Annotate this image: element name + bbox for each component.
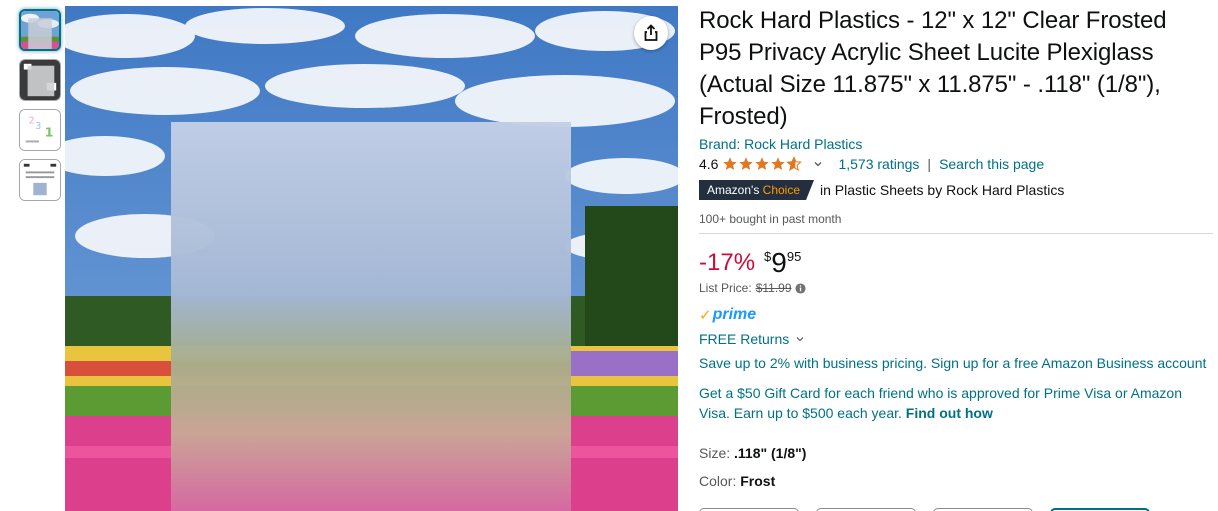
price-currency: $ [764,249,772,264]
free-returns-label: FREE Returns [699,331,790,347]
color-value: Frost [740,473,776,489]
product-photo [65,6,678,511]
ratings-count-link[interactable]: 1,573 ratings [838,156,919,172]
share-button[interactable] [634,16,668,50]
svg-text:1: 1 [45,126,54,140]
star-full-icon [723,157,738,170]
main-product-image[interactable] [65,6,678,511]
prime-label: prime [712,306,757,323]
chevron-down-icon [796,337,804,342]
badge-highlight: Choice [762,183,801,197]
star-full-icon [755,157,770,170]
brand-link[interactable]: Brand: Rock Hard Plastics [699,134,862,154]
list-price-label: List Price: [699,281,752,295]
thumbnail-2[interactable] [19,59,61,101]
svg-text:2: 2 [29,115,35,126]
thumbnail-1[interactable] [19,9,61,51]
thumb-spec-sheet-image [20,160,60,200]
thumb-size-numbers-image: 2 3 1 [20,110,60,150]
price-row: -17% $ 9 95 [699,248,1213,278]
rating-row: 4.6 1,573 ratings | Search this page [699,154,1213,174]
gift-card-offer: Get a $50 Gift Card for each friend who … [699,383,1213,423]
divider [699,233,1213,234]
list-price-value: $11.99 [755,281,792,295]
thumb-sky-field-image [21,11,59,49]
info-icon[interactable] [794,282,806,294]
bought-count: 100+ bought in past month [699,212,842,226]
color-label: Color: [699,473,737,489]
rating-separator: | [927,156,932,172]
color-selection: Color: Frost [699,471,1213,491]
star-rating[interactable] [722,156,803,172]
size-selection: Size: .118" (1/8") [699,443,1213,463]
prime-check-icon: ✓ [699,307,712,324]
price-whole: 9 [771,247,787,278]
size-label: Size: [699,445,731,461]
free-returns-link[interactable]: FREE Returns [699,329,1213,349]
thumbnail-strip: 2 3 1 [19,9,61,209]
thumbnail-4[interactable] [19,159,61,201]
rating-value: 4.6 [699,156,719,172]
prime-logo: ✓ prime [699,306,1213,324]
size-value: .118" (1/8") [734,445,807,461]
find-out-how-link[interactable]: Find out how [906,405,993,421]
product-title: Rock Hard Plastics - 12" x 12" Clear Fro… [699,7,1167,130]
chevron-down-icon[interactable] [812,158,824,170]
amazons-choice-row: Amazon's Choice in Plastic Sheets by Roc… [699,180,1213,200]
star-half-icon [786,156,803,171]
price-fraction: 95 [786,249,802,264]
thumb-frosted-sheet-image [20,60,60,100]
share-icon [644,24,658,41]
amazons-choice-badge[interactable]: Amazon's Choice [699,180,814,200]
search-page-link[interactable]: Search this page [939,156,1044,172]
product-info: Rock Hard Plastics - 12" x 12" Clear Fro… [699,0,1213,511]
list-price: List Price: $11.99 [699,281,1213,295]
star-full-icon [771,157,786,170]
badge-prefix: Amazon's [707,183,763,197]
business-pricing-link[interactable]: Save up to 2% with business pricing. Sig… [699,353,1213,373]
discount-percent: -17% [699,249,756,276]
star-full-icon [739,157,754,170]
thumbnail-3[interactable]: 2 3 1 [19,109,61,151]
choice-category: in Plastic Sheets by Rock Hard Plastics [820,182,1065,198]
svg-text:3: 3 [35,121,41,132]
